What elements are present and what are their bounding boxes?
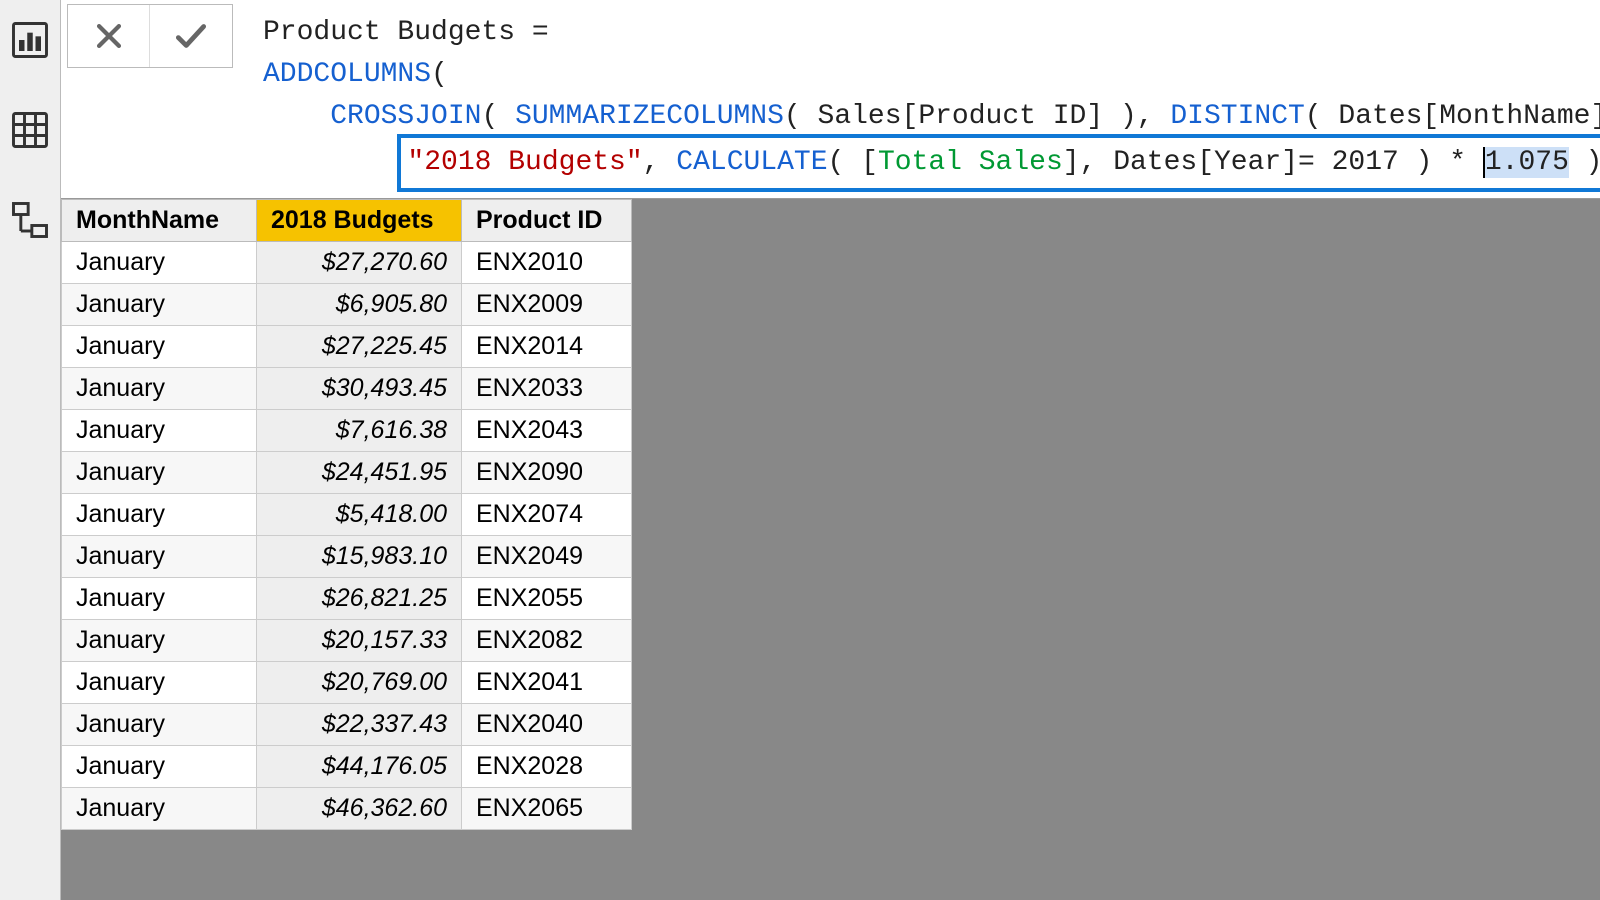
table-row[interactable]: January$7,616.38ENX2043 bbox=[62, 410, 632, 452]
commit-formula-button[interactable] bbox=[150, 5, 232, 67]
column-header-monthname[interactable]: MonthName bbox=[62, 200, 257, 242]
table-row[interactable]: January$20,769.00ENX2041 bbox=[62, 662, 632, 704]
cell-productid[interactable]: ENX2010 bbox=[462, 242, 632, 284]
cell-monthname[interactable]: January bbox=[62, 368, 257, 410]
cell-productid[interactable]: ENX2040 bbox=[462, 704, 632, 746]
formula-bar: Product Budgets = ADDCOLUMNS( CROSSJOIN(… bbox=[61, 0, 1600, 199]
dax-measure-ref: Total Sales bbox=[878, 147, 1063, 178]
cell-budget[interactable]: $22,337.43 bbox=[257, 704, 462, 746]
cell-productid[interactable]: ENX2041 bbox=[462, 662, 632, 704]
cell-productid[interactable]: ENX2082 bbox=[462, 620, 632, 662]
column-header-productid[interactable]: Product ID bbox=[462, 200, 632, 242]
cell-budget[interactable]: $5,418.00 bbox=[257, 494, 462, 536]
view-nav-rail bbox=[0, 0, 61, 900]
cell-budget[interactable]: $6,905.80 bbox=[257, 284, 462, 326]
table-row[interactable]: January$46,362.60ENX2065 bbox=[62, 788, 632, 830]
cell-monthname[interactable]: January bbox=[62, 494, 257, 536]
dax-paren: ) bbox=[1569, 147, 1600, 178]
cell-monthname[interactable]: January bbox=[62, 452, 257, 494]
table-row[interactable]: January$22,337.43ENX2040 bbox=[62, 704, 632, 746]
cell-budget[interactable]: $46,362.60 bbox=[257, 788, 462, 830]
cell-productid[interactable]: ENX2009 bbox=[462, 284, 632, 326]
dax-fn-distinct: DISTINCT bbox=[1170, 101, 1304, 132]
cell-productid[interactable]: ENX2028 bbox=[462, 746, 632, 788]
column-header-budgets[interactable]: 2018 Budgets bbox=[257, 200, 462, 242]
cell-productid[interactable]: ENX2074 bbox=[462, 494, 632, 536]
formula-action-buttons bbox=[67, 4, 233, 68]
cell-budget[interactable]: $44,176.05 bbox=[257, 746, 462, 788]
model-view-icon[interactable] bbox=[0, 190, 60, 250]
dax-table-name: Product Budgets = bbox=[263, 17, 565, 48]
cell-budget[interactable]: $26,821.25 bbox=[257, 578, 462, 620]
dax-paren: ( bbox=[431, 59, 448, 90]
cell-monthname[interactable]: January bbox=[62, 662, 257, 704]
cell-productid[interactable]: ENX2043 bbox=[462, 410, 632, 452]
table-row[interactable]: January$5,418.00ENX2074 bbox=[62, 494, 632, 536]
table-row[interactable]: January$15,983.10ENX2049 bbox=[62, 536, 632, 578]
data-grid-area: MonthName 2018 Budgets Product ID Januar… bbox=[61, 199, 1600, 900]
cell-budget[interactable]: $15,983.10 bbox=[257, 536, 462, 578]
cell-monthname[interactable]: January bbox=[62, 788, 257, 830]
data-view-icon[interactable] bbox=[0, 100, 60, 160]
cell-monthname[interactable]: January bbox=[62, 410, 257, 452]
cancel-formula-button[interactable] bbox=[68, 5, 150, 67]
table-row[interactable]: January$26,821.25ENX2055 bbox=[62, 578, 632, 620]
table-row[interactable]: January$20,157.33ENX2082 bbox=[62, 620, 632, 662]
cell-monthname[interactable]: January bbox=[62, 578, 257, 620]
cell-monthname[interactable]: January bbox=[62, 620, 257, 662]
dax-fn-addcolumns: ADDCOLUMNS bbox=[263, 59, 431, 90]
table-row[interactable]: January$27,225.45ENX2014 bbox=[62, 326, 632, 368]
dax-expr: ], Dates[Year]= 2017 ) * bbox=[1063, 147, 1483, 178]
cell-monthname[interactable]: January bbox=[62, 242, 257, 284]
cell-monthname[interactable]: January bbox=[62, 326, 257, 368]
cell-productid[interactable]: ENX2014 bbox=[462, 326, 632, 368]
data-table[interactable]: MonthName 2018 Budgets Product ID Januar… bbox=[61, 199, 632, 830]
table-row[interactable]: January$24,451.95ENX2090 bbox=[62, 452, 632, 494]
cell-monthname[interactable]: January bbox=[62, 536, 257, 578]
cell-productid[interactable]: ENX2055 bbox=[462, 578, 632, 620]
cell-budget[interactable]: $27,270.60 bbox=[257, 242, 462, 284]
table-header-row: MonthName 2018 Budgets Product ID bbox=[62, 200, 632, 242]
cell-budget[interactable]: $20,157.33 bbox=[257, 620, 462, 662]
dax-fn-crossjoin: CROSSJOIN bbox=[330, 101, 481, 132]
dax-paren: ( [ bbox=[828, 147, 878, 178]
cell-productid[interactable]: ENX2033 bbox=[462, 368, 632, 410]
dax-comma: , bbox=[643, 147, 677, 178]
dax-expr: ( Sales[Product ID] ), bbox=[784, 101, 1170, 132]
cell-monthname[interactable]: January bbox=[62, 746, 257, 788]
cell-productid[interactable]: ENX2065 bbox=[462, 788, 632, 830]
cell-budget[interactable]: $27,225.45 bbox=[257, 326, 462, 368]
cell-budget[interactable]: $7,616.38 bbox=[257, 410, 462, 452]
table-row[interactable]: January$6,905.80ENX2009 bbox=[62, 284, 632, 326]
cell-monthname[interactable]: January bbox=[62, 284, 257, 326]
table-row[interactable]: January$27,270.60ENX2010 bbox=[62, 242, 632, 284]
dax-selected-number: 1.075 bbox=[1485, 147, 1569, 178]
main-area: Product Budgets = ADDCOLUMNS( CROSSJOIN(… bbox=[61, 0, 1600, 900]
dax-highlight-box: "2018 Budgets", CALCULATE( [Total Sales]… bbox=[397, 134, 1600, 192]
dax-fn-calculate: CALCULATE bbox=[676, 147, 827, 178]
dax-string-literal: "2018 Budgets" bbox=[407, 147, 642, 178]
cell-budget[interactable]: $20,769.00 bbox=[257, 662, 462, 704]
cell-budget[interactable]: $24,451.95 bbox=[257, 452, 462, 494]
cell-productid[interactable]: ENX2049 bbox=[462, 536, 632, 578]
dax-paren: ( bbox=[481, 101, 515, 132]
table-row[interactable]: January$44,176.05ENX2028 bbox=[62, 746, 632, 788]
report-view-icon[interactable] bbox=[0, 10, 60, 70]
table-row[interactable]: January$30,493.45ENX2033 bbox=[62, 368, 632, 410]
dax-fn-summarizecolumns: SUMMARIZECOLUMNS bbox=[515, 101, 784, 132]
cell-monthname[interactable]: January bbox=[62, 704, 257, 746]
dax-expr: ( Dates[MonthName] ) ), bbox=[1305, 101, 1600, 132]
cell-productid[interactable]: ENX2090 bbox=[462, 452, 632, 494]
cell-budget[interactable]: $30,493.45 bbox=[257, 368, 462, 410]
formula-editor[interactable]: Product Budgets = ADDCOLUMNS( CROSSJOIN(… bbox=[233, 0, 1600, 198]
